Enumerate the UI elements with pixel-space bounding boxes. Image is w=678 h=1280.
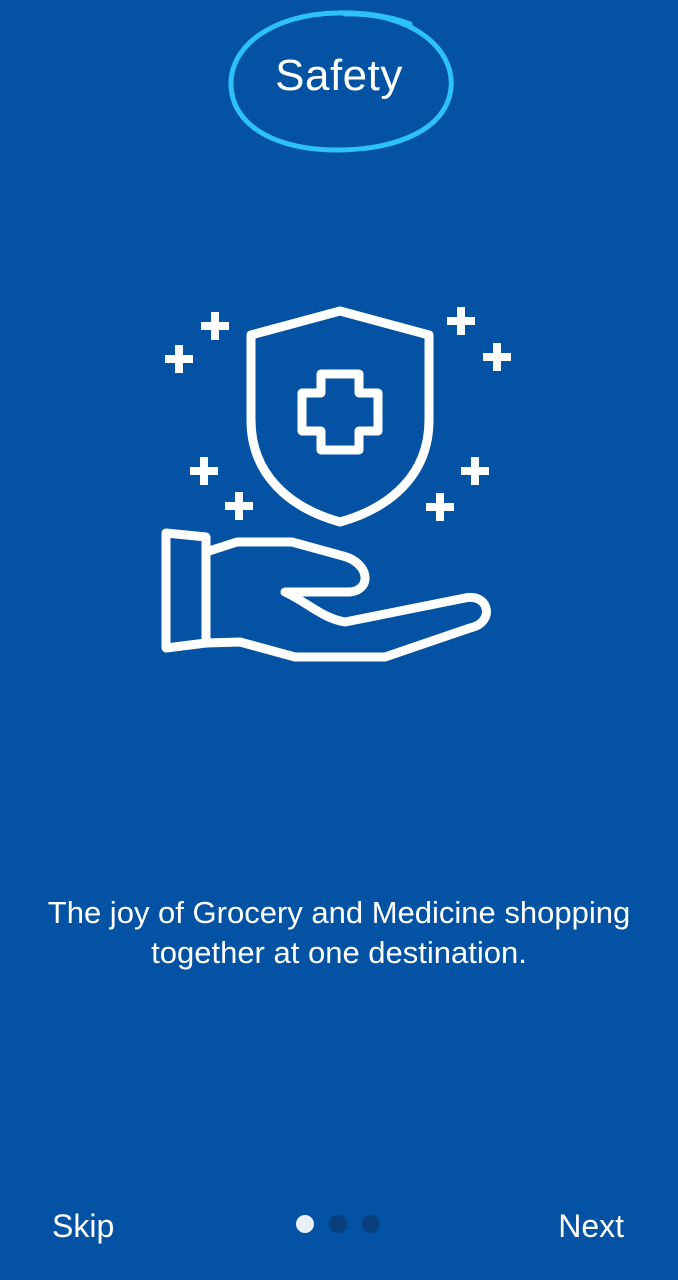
page-dot-1-active[interactable]: [296, 1215, 314, 1233]
page-indicator: [296, 1215, 380, 1235]
onboarding-screen: Safety The joy of Grocery and Medicine s…: [0, 0, 678, 1280]
next-button[interactable]: Next: [558, 1204, 624, 1248]
skip-button[interactable]: Skip: [52, 1204, 114, 1248]
page-title: Safety: [275, 51, 403, 100]
tagline-line-1: The joy of Grocery and Medicine shopping: [47, 895, 631, 930]
page-dot-2[interactable]: [329, 1215, 347, 1233]
tagline: The joy of Grocery and Medicine shopping…: [10, 893, 668, 973]
hand-holding-medical-shield-icon: [161, 306, 511, 662]
title-area: Safety: [0, 0, 678, 160]
tagline-line-2: together at one destination.: [151, 935, 527, 970]
page-dot-3[interactable]: [362, 1215, 380, 1233]
